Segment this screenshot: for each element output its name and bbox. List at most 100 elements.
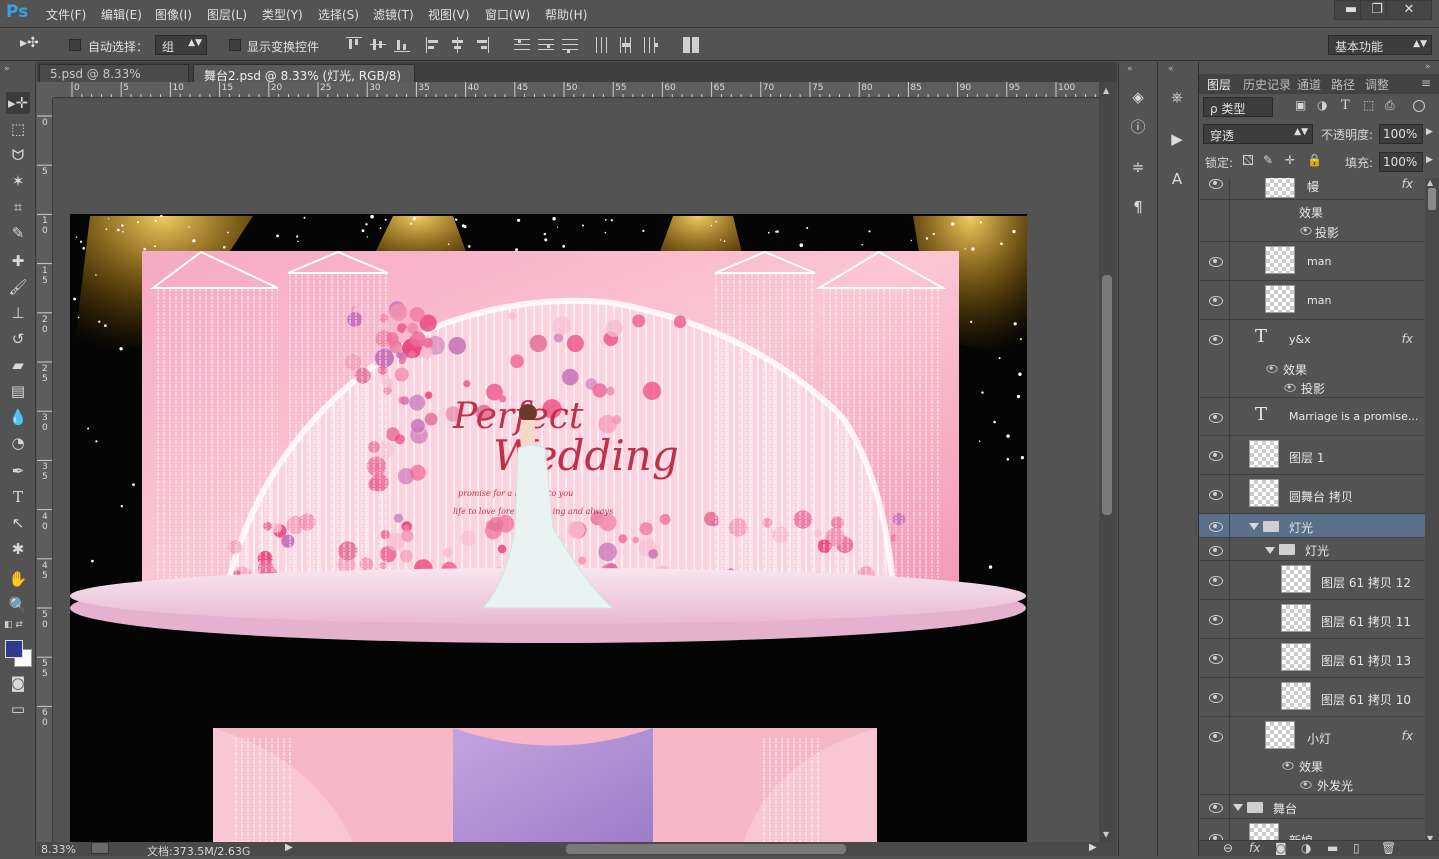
brush-tool-icon[interactable]: 🖌: [6, 276, 30, 298]
group-row[interactable]: 舞台: [1199, 795, 1425, 819]
effect-visibility-eye-icon[interactable]: [1300, 226, 1312, 235]
tab-history[interactable]: 历史记录: [1243, 76, 1291, 93]
align-hcenter-icon[interactable]: [450, 37, 466, 53]
layer-name[interactable]: 图层 1: [1289, 449, 1324, 466]
visibility-eye-icon[interactable]: [1209, 489, 1223, 500]
horizontal-ruler[interactable]: 0 5 10 15 20 25 30 35 40 45 50 55 60 65 70 75 80 85 90 95 10…: [53, 82, 1117, 98]
character-icon[interactable]: A: [1166, 168, 1188, 190]
menu-help[interactable]: 帮助(H): [545, 6, 587, 23]
distribute-left-icon[interactable]: [594, 37, 610, 53]
info-icon[interactable]: ⓘ: [1127, 116, 1149, 138]
align-left-icon[interactable]: [426, 37, 442, 53]
layer-name[interactable]: man: [1307, 255, 1331, 268]
visibility-eye-icon[interactable]: [1209, 731, 1223, 742]
move-tool-icon[interactable]: ▸✛: [6, 92, 30, 114]
tool-presets-icon[interactable]: ⎈: [1166, 86, 1188, 108]
scroll-right-icon[interactable]: ▶: [1089, 842, 1097, 853]
auto-align-icon[interactable]: [683, 37, 699, 53]
blend-mode-dropdown[interactable]: 穿透 ▲▼: [1203, 124, 1313, 144]
layer-row[interactable]: 图层 61 拷贝 13: [1199, 639, 1425, 678]
effects-visibility-eye-icon[interactable]: [1282, 761, 1294, 770]
magic-wand-tool-icon[interactable]: ✶: [6, 170, 30, 192]
expand-triangle-icon[interactable]: [1249, 523, 1259, 530]
adjustments-sliders-icon[interactable]: ≑: [1127, 156, 1149, 178]
visibility-eye-icon[interactable]: [1209, 334, 1223, 345]
layer-row[interactable]: man: [1199, 242, 1425, 281]
layer-row[interactable]: 图层 61 拷贝 10: [1199, 678, 1425, 717]
scroll-up-icon[interactable]: ▲: [1103, 86, 1109, 95]
marquee-tool-icon[interactable]: ⬚: [6, 118, 30, 140]
layer-list[interactable]: 幔 fx 效果 投影 man man T y&x fx 效果 投影 T Marr…: [1199, 178, 1425, 856]
new-group-icon[interactable]: ▬: [1327, 841, 1338, 855]
path-selection-tool-icon[interactable]: ↖: [6, 512, 30, 534]
lasso-tool-icon[interactable]: ᗢ: [6, 144, 30, 166]
visibility-eye-icon[interactable]: [1209, 450, 1223, 461]
lock-transparency-icon[interactable]: [1243, 155, 1253, 165]
layer-name[interactable]: 图层 61 拷贝 13: [1321, 652, 1411, 669]
layer-row[interactable]: man: [1199, 281, 1425, 320]
status-preview-icon[interactable]: [91, 842, 109, 854]
menu-layer[interactable]: 图层(L): [207, 6, 247, 23]
type-tool-icon[interactable]: T: [6, 486, 30, 508]
brush-presets-icon[interactable]: ◈: [1127, 86, 1149, 108]
layer-list-scrollbar[interactable]: ▲ ▼: [1425, 178, 1439, 856]
vertical-scroll-thumb[interactable]: [1102, 275, 1112, 515]
align-right-icon[interactable]: [474, 37, 490, 53]
lock-pixels-icon[interactable]: ✎: [1263, 153, 1273, 167]
layer-name[interactable]: 图层 61 拷贝 12: [1321, 574, 1411, 591]
align-vcenter-icon[interactable]: [370, 37, 386, 53]
visibility-eye-icon[interactable]: [1209, 521, 1223, 532]
menu-filter[interactable]: 滤镜(T): [373, 6, 414, 23]
layer-row[interactable]: 图层 61 拷贝 12: [1199, 561, 1425, 600]
auto-select-dropdown[interactable]: 组 ▲▼: [155, 35, 207, 55]
fill-field[interactable]: 100%: [1379, 152, 1423, 172]
document-artwork[interactable]: Perfect Wedding promise for a lifetime t…: [53, 98, 1099, 842]
layer-row[interactable]: 小灯 fx: [1199, 717, 1425, 756]
menu-edit[interactable]: 编辑(E): [101, 6, 142, 23]
scroll-up-icon[interactable]: ▲: [1427, 178, 1433, 187]
add-style-icon[interactable]: fx: [1249, 841, 1260, 855]
distribute-right-icon[interactable]: [642, 37, 658, 53]
add-mask-icon[interactable]: ◙: [1275, 841, 1287, 855]
fill-slider-arrow-icon[interactable]: ▶: [1426, 155, 1433, 165]
move-tool-preset-icon[interactable]: ▸✣: [20, 35, 46, 55]
filter-toggle-icon[interactable]: [1413, 100, 1425, 112]
collapse-arrows-icon[interactable]: »: [4, 64, 10, 74]
ruler-origin[interactable]: [37, 82, 53, 98]
visibility-eye-icon[interactable]: [1209, 545, 1223, 556]
layer-name[interactable]: Marriage is a promise...: [1289, 410, 1418, 423]
horizontal-scroll-thumb[interactable]: [566, 844, 846, 854]
layer-name[interactable]: y&x: [1289, 333, 1311, 346]
effects-visibility-eye-icon[interactable]: [1266, 364, 1278, 373]
tab-stage-psd[interactable]: 舞台2.psd @ 8.33% (灯光, RGB/8) * ×: [193, 64, 415, 98]
effect-row[interactable]: 投影: [1199, 378, 1425, 398]
text-layer-row[interactable]: T y&x fx: [1199, 320, 1425, 359]
distribute-bottom-icon[interactable]: [562, 37, 578, 53]
group-name[interactable]: 灯光: [1289, 519, 1313, 536]
new-layer-icon[interactable]: ▯: [1353, 841, 1360, 855]
menu-select[interactable]: 选择(S): [318, 6, 359, 23]
show-transform-checkbox[interactable]: [229, 39, 241, 51]
zoom-level[interactable]: 8.33%: [41, 843, 76, 856]
group-row[interactable]: 灯光: [1199, 538, 1425, 561]
align-top-icon[interactable]: [346, 37, 362, 53]
layer-name[interactable]: 幔: [1307, 178, 1319, 195]
layer-name[interactable]: 图层 61 拷贝 10: [1321, 691, 1411, 708]
vertical-ruler[interactable]: 0 5 1 0 1 5 2 0 2 5 3 0 3 5 4 0 4 5 5 0 5 5 6 0: [37, 98, 53, 842]
filter-kind-dropdown[interactable]: ρ 类型: [1203, 97, 1273, 117]
expand-arrows-icon[interactable]: «: [1127, 64, 1133, 74]
menu-file[interactable]: 文件(F): [46, 6, 86, 23]
scroll-down-icon[interactable]: ▼: [1103, 830, 1109, 839]
visibility-eye-icon[interactable]: [1209, 256, 1223, 267]
visibility-eye-icon[interactable]: [1209, 575, 1223, 586]
layer-name[interactable]: man: [1307, 294, 1331, 307]
custom-shape-tool-icon[interactable]: ✱: [6, 538, 30, 560]
pen-tool-icon[interactable]: ✒: [6, 460, 30, 482]
group-name[interactable]: 灯光: [1305, 542, 1329, 559]
default-colors-icon[interactable]: ◧ ⇄: [4, 620, 23, 630]
filter-pixel-icon[interactable]: ▣: [1295, 98, 1306, 112]
visibility-eye-icon[interactable]: [1209, 295, 1223, 306]
lock-position-icon[interactable]: ✛: [1285, 153, 1295, 167]
filter-smart-object-icon[interactable]: ⎙: [1385, 98, 1395, 113]
screen-mode-icon[interactable]: ▭: [6, 698, 30, 720]
